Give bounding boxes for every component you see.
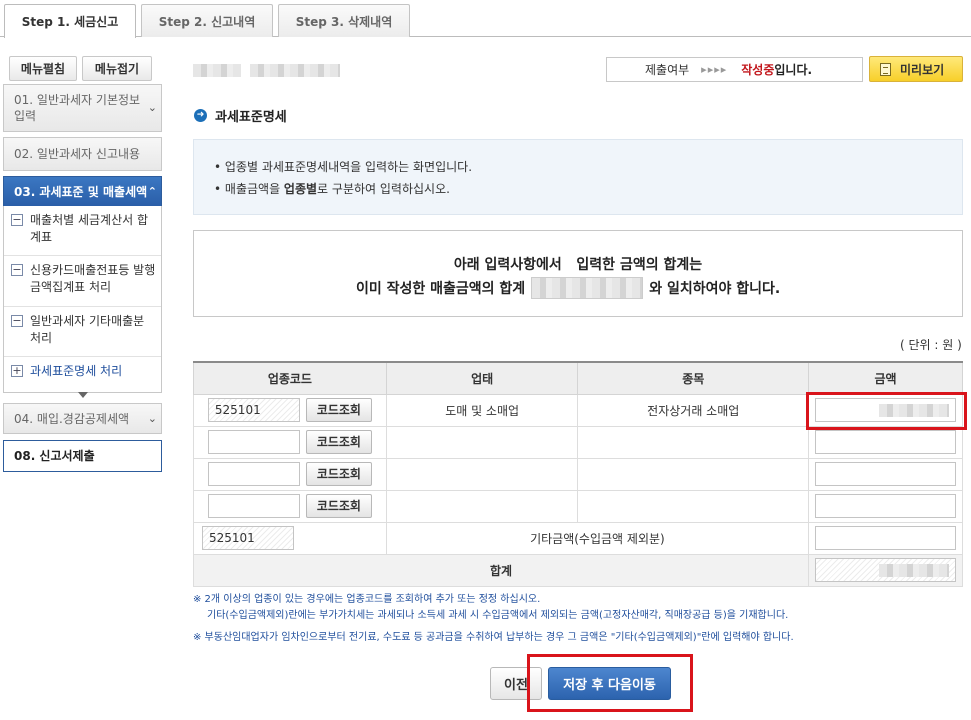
menu-expand-button[interactable]: 메뉴펼침 <box>9 56 77 81</box>
tab-step3[interactable]: Step 3. 삭제내역 <box>278 4 410 37</box>
notice-line-2: 이미 작성한 매출금액의 합계 와 일치하여야 합니다. <box>356 277 780 299</box>
submenu-item-label: 매출처별 세금계산서 합계표 <box>30 213 149 244</box>
section-title: ➜ 과세표준명세 <box>194 106 287 125</box>
table-row-other: 525101 기타금액(수입금액 제외분) <box>193 521 963 555</box>
header-code: 업종코드 <box>193 361 387 395</box>
amount-input[interactable] <box>815 494 956 518</box>
sidebar-item-tax-base[interactable]: 03. 과세표준 및 매출세액 ⌃ <box>3 176 162 207</box>
submenu-item-other-sales[interactable]: − 일반과세자 기타매출분 처리 <box>4 307 161 357</box>
submenu-item-credit-card[interactable]: − 신용카드매출전표등 발행금액집계표 처리 <box>4 256 161 307</box>
amount-input[interactable] <box>815 430 956 454</box>
status-state: 작성중 <box>741 63 775 77</box>
preview-label: 미리보기 <box>900 62 945 77</box>
sidebar-item-label: 03. 과세표준 및 매출세액 <box>14 184 148 199</box>
code-lookup-button[interactable]: 코드조회 <box>305 430 372 454</box>
step-tab-bar: Step 1. 세금신고 Step 2. 신고내역 Step 3. 삭제내역 <box>0 0 971 38</box>
redacted-total <box>879 564 949 577</box>
business-type-cell <box>385 425 579 459</box>
info-line-2: • 매출금액을 업종별로 구분하여 입력하십시오. <box>214 182 450 196</box>
table-row: 코드조회 <box>193 457 963 491</box>
code-lookup-button[interactable]: 코드조회 <box>305 398 372 422</box>
submenu-item-label: 과세표준명세 처리 <box>30 364 123 378</box>
status-label: 제출여부 <box>645 63 690 77</box>
highlight-save-button <box>527 654 693 712</box>
table-header: 업종코드 업태 종목 금액 <box>193 361 963 395</box>
header-business-type: 업태 <box>385 361 579 395</box>
status-suffix: 입니다. <box>774 63 813 77</box>
tab-step1[interactable]: Step 1. 세금신고 <box>4 4 136 38</box>
table-row: 코드조회 <box>193 489 963 523</box>
total-amount <box>815 558 956 582</box>
code-input[interactable] <box>207 430 300 454</box>
code-lookup-button[interactable]: 코드조회 <box>305 494 372 518</box>
info-box: • 업종별 과세표준명세내역을 입력하는 화면입니다. • 매출금액을 업종별로… <box>193 139 963 215</box>
submenu-item-tax-invoice[interactable]: − 매출처별 세금계산서 합계표 <box>4 206 161 256</box>
expand-icon: + <box>11 364 23 377</box>
sidebar-item-basic-info[interactable]: 01. 일반과세자 기본정보 입력 ⌄ <box>3 84 162 132</box>
redacted-name <box>193 64 241 77</box>
sidebar-item-label: 08. 신고서제출 <box>14 449 95 463</box>
submenu-item-label: 신용카드매출전표등 발행금액집계표 처리 <box>30 263 156 294</box>
business-type-cell <box>385 489 579 523</box>
other-amount-label: 기타금액(수입금액 제외분) <box>385 521 810 555</box>
collapse-icon: − <box>11 213 23 226</box>
sidebar-item-label: 01. 일반과세자 기본정보 입력 <box>14 93 141 123</box>
other-amount-input[interactable] <box>815 526 956 550</box>
tab-step2[interactable]: Step 2. 신고내역 <box>141 4 273 37</box>
note-2: ※ 부동산임대업자가 임차인으로부터 전기료, 수도료 등 공과금을 수취하여 … <box>193 632 794 643</box>
sidebar-item-submit[interactable]: 08. 신고서제출 <box>3 440 162 472</box>
code-input: 525101 <box>202 526 294 550</box>
notice-line-1: 아래 입력사항에서 입력한 금액의 합계는 <box>453 257 703 273</box>
info-line-1: • 업종별 과세표준명세내역을 입력하는 화면입니다. <box>214 160 473 174</box>
business-type-cell: 도매 및 소매업 <box>385 393 579 427</box>
amount-input[interactable] <box>815 462 956 486</box>
collapse-icon: − <box>11 314 23 327</box>
chevron-down-icon: ⌄ <box>147 101 157 114</box>
sidebar-item-report-content[interactable]: 02. 일반과세자 신고내용 <box>3 137 162 171</box>
sum-notice: 아래 입력사항에서 입력한 금액의 합계는 이미 작성한 매출금액의 합계 와 … <box>193 230 963 317</box>
item-cell <box>577 425 810 459</box>
sidebar-item-label: 04. 매입.경감공제세액 <box>14 411 130 426</box>
code-input[interactable] <box>207 494 300 518</box>
business-type-cell <box>385 457 579 491</box>
arrows-icon: ▸▸▸▸ <box>701 63 728 76</box>
header-amount: 금액 <box>808 361 963 395</box>
sidebar-item-purchase-deduction[interactable]: 04. 매입.경감공제세액 ⌄ <box>3 403 162 434</box>
table-row: 코드조회 <box>193 425 963 459</box>
section-title-text: 과세표준명세 <box>215 110 287 125</box>
sidebar-item-label: 02. 일반과세자 신고내용 <box>14 147 141 161</box>
code-lookup-button[interactable]: 코드조회 <box>305 462 372 486</box>
menu-collapse-button[interactable]: 메뉴접기 <box>82 56 152 81</box>
item-cell: 전자상거래 소매업 <box>577 393 810 427</box>
highlight-amount <box>806 392 967 430</box>
submission-status: 제출여부 ▸▸▸▸ 작성중 입니다. <box>606 57 863 82</box>
code-input[interactable] <box>207 462 300 486</box>
table-row-total: 합계 <box>192 553 963 587</box>
submenu-item-tax-base-detail[interactable]: + 과세표준명세 처리 <box>4 357 161 391</box>
arrow-down-icon <box>78 392 88 398</box>
unit-label: ( 단위 : 원 ) <box>900 338 962 352</box>
item-cell <box>577 489 810 523</box>
code-input[interactable]: 525101 <box>207 398 300 422</box>
header-item: 종목 <box>577 361 810 395</box>
sales-total-amount <box>531 277 644 299</box>
collapse-icon: − <box>11 263 23 276</box>
chevron-down-icon: ⌄ <box>147 411 157 425</box>
chevron-up-icon: ⌃ <box>147 184 157 198</box>
redacted-id <box>250 64 340 77</box>
submenu-item-label: 일반과세자 기타매출분 처리 <box>30 314 145 345</box>
total-label: 합계 <box>192 553 810 587</box>
preview-button[interactable]: 미리보기 <box>869 56 963 82</box>
item-cell <box>577 457 810 491</box>
sidebar-submenu: − 매출처별 세금계산서 합계표 − 신용카드매출전표등 발행금액집계표 처리 … <box>3 206 162 393</box>
document-icon <box>880 62 891 76</box>
note-1: ※ 2개 이상의 업종이 있는 경우에는 업종코드를 조회하여 추가 또는 정정… <box>193 594 789 621</box>
arrow-right-circle-icon: ➜ <box>194 109 207 122</box>
